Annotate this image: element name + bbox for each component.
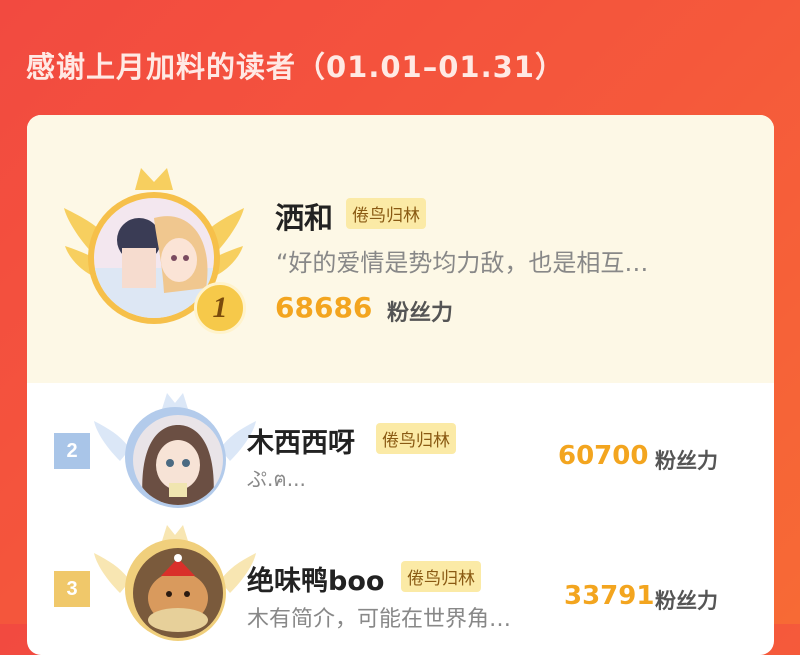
fan-power-value: 68686	[275, 291, 373, 324]
rank-number: 2	[66, 439, 78, 462]
rank-number: 1	[212, 291, 228, 324]
leaderboard-item[interactable]: 2 木西西呀 倦鸟归林 ぷ.ฅ... 60700 粉丝力	[27, 383, 774, 523]
fan-power-unit: 粉丝力	[387, 301, 454, 326]
fan-power-unit: 粉丝力	[655, 589, 718, 613]
fan-power-unit: 粉丝力	[655, 449, 718, 473]
rank-3-badge: 3	[54, 571, 90, 607]
fan-tag: 倦鸟归林	[346, 198, 426, 229]
reader-name[interactable]: 木西西呀	[247, 421, 355, 460]
fan-tag: 倦鸟归林	[376, 423, 456, 454]
fan-power-value: 60700	[558, 441, 649, 471]
avatar[interactable]	[130, 545, 226, 641]
leaderboard-card: 1 洒和 倦鸟归林 “好的爱情是势均力敌，也是相互… 68686 粉丝力 2 木…	[27, 115, 774, 655]
reader-bio: 木有简介，可能在世界角…	[247, 607, 512, 632]
reader-bio: “好的爱情是势均力敌，也是相互…	[276, 249, 649, 277]
rank-1-avatar-frame: 1	[59, 160, 249, 340]
fan-power-value: 33791	[564, 581, 655, 611]
rank-number: 3	[66, 577, 78, 600]
leaderboard-item-top[interactable]: 1 洒和 倦鸟归林 “好的爱情是势均力敌，也是相互… 68686 粉丝力	[27, 115, 774, 383]
fan-tag: 倦鸟归林	[401, 561, 481, 592]
reader-name[interactable]: 绝味鸭boo	[247, 559, 384, 598]
reader-bio: ぷ.ฅ...	[247, 467, 306, 491]
reader-name[interactable]: 洒和	[275, 195, 333, 237]
leaderboard-item[interactable]: 3 绝味鸭boo 倦鸟归林 木有简介，可能在世界角… 33791 粉丝力	[27, 523, 774, 655]
rank-2-badge: 2	[54, 433, 90, 469]
avatar[interactable]	[130, 412, 226, 508]
rank-1-medal: 1	[194, 282, 246, 334]
page-title: 感谢上月加料的读者（01.01–01.31）	[26, 50, 565, 84]
